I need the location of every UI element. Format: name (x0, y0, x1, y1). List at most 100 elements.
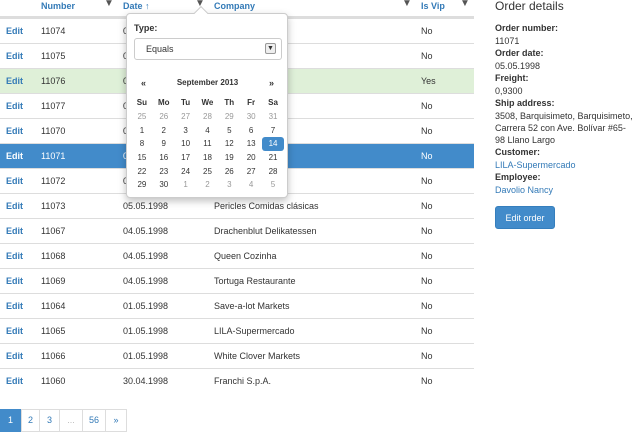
calendar-day[interactable]: 8 (131, 137, 153, 151)
table-row[interactable]: Edit 11065 01.05.1998 LILA-Supermercado No (0, 318, 474, 343)
calendar-day[interactable]: 16 (153, 151, 175, 165)
edit-link[interactable]: Edit (6, 369, 23, 393)
calendar-day[interactable]: 30 (240, 110, 262, 124)
order-number-value: 11071 (495, 36, 520, 46)
table-row[interactable]: Edit 11067 04.05.1998 Drachenblut Delikates… (0, 218, 474, 243)
calendar-day[interactable]: 31 (262, 110, 284, 124)
calendar-day[interactable]: 21 (262, 151, 284, 165)
table-row[interactable]: Edit 11064 01.05.1998 Save-a-lot Markets No (0, 293, 474, 318)
ship-address-label: Ship address: (495, 98, 555, 108)
calendar-day[interactable]: 3 (218, 178, 240, 192)
edit-link[interactable]: Edit (6, 119, 23, 143)
edit-link[interactable]: Edit (6, 344, 23, 368)
calendar-day[interactable]: 6 (240, 124, 262, 138)
page-link[interactable]: 2 (21, 409, 40, 432)
page-link[interactable]: 56 (82, 409, 106, 432)
edit-link[interactable]: Edit (6, 94, 23, 118)
is-vip-cell: No (421, 326, 433, 336)
customer-link[interactable]: LILA-Supermercado (495, 159, 635, 171)
order-number-cell: 11071 (41, 151, 66, 161)
calendar-day[interactable]: 5 (262, 178, 284, 192)
edit-link[interactable]: Edit (6, 269, 23, 293)
calendar-day[interactable]: 28 (197, 110, 219, 124)
column-number[interactable]: Number (41, 0, 75, 12)
edit-link[interactable]: Edit (6, 244, 23, 268)
calendar-day[interactable]: 12 (218, 137, 240, 151)
calendar-day[interactable]: 9 (153, 137, 175, 151)
calendar-day[interactable]: 20 (240, 151, 262, 165)
funnel-icon[interactable]: ▼ (104, 0, 114, 9)
page-link[interactable]: 3 (39, 409, 60, 432)
calendar-day[interactable]: 18 (197, 151, 219, 165)
calendar-day[interactable]: 3 (175, 124, 197, 138)
calendar-day[interactable]: 25 (131, 110, 153, 124)
column-company[interactable]: Company (214, 0, 255, 12)
table-row[interactable]: Edit 11060 30.04.1998 Franchi S.p.A. No (0, 368, 474, 393)
is-vip-cell: No (421, 251, 433, 261)
calendar-day[interactable]: 19 (218, 151, 240, 165)
edit-link[interactable]: Edit (6, 69, 23, 93)
chevron-down-icon[interactable]: ▼ (265, 43, 276, 54)
order-number-cell: 11074 (41, 26, 66, 36)
filter-type-select[interactable]: Equals ▼ (134, 38, 282, 60)
employee-link[interactable]: Davolio Nancy (495, 184, 635, 196)
page-link[interactable]: 1 (0, 409, 22, 432)
page-link[interactable]: » (105, 409, 127, 432)
edit-link[interactable]: Edit (6, 294, 23, 318)
weekday-label: Th (224, 97, 235, 107)
edit-link[interactable]: Edit (6, 44, 23, 68)
company-cell: LILA-Supermercado (214, 326, 295, 336)
order-date-cell: 04.05.1998 (123, 226, 169, 236)
calendar-day[interactable]: 14 (262, 137, 284, 151)
table-row[interactable]: Edit 11069 04.05.1998 Tortuga Restaurante No (0, 268, 474, 293)
table-row[interactable]: Edit 11066 01.05.1998 White Clover Markets N… (0, 343, 474, 368)
calendar-day[interactable]: 27 (175, 110, 197, 124)
calendar-day[interactable]: 17 (175, 151, 197, 165)
calendar-day[interactable]: 2 (153, 124, 175, 138)
calendar-day[interactable]: 22 (131, 164, 153, 178)
edit-order-button[interactable]: Edit order (495, 206, 555, 229)
pagination: 1 2 3... 56» (0, 409, 127, 432)
calendar-day[interactable]: 1 (131, 124, 153, 138)
calendar-day[interactable]: 29 (131, 178, 153, 192)
calendar-day[interactable]: 30 (153, 178, 175, 192)
calendar-day[interactable]: 15 (131, 151, 153, 165)
calendar-day[interactable]: 26 (153, 110, 175, 124)
funnel-icon[interactable]: ▼ (460, 0, 470, 9)
edit-link[interactable]: Edit (6, 19, 23, 43)
calendar-day[interactable]: 10 (175, 137, 197, 151)
table-row[interactable]: Edit 11068 04.05.1998 Queen Cozinha No (0, 243, 474, 268)
next-month-button[interactable]: » (269, 75, 274, 91)
calendar-day[interactable]: 1 (175, 178, 197, 192)
funnel-icon[interactable]: ▼ (402, 0, 412, 9)
calendar-day[interactable]: 11 (197, 137, 219, 151)
calendar-day[interactable]: 25 (197, 164, 219, 178)
calendar-day[interactable]: 4 (240, 178, 262, 192)
is-vip-cell: No (421, 126, 433, 136)
calendar-day[interactable]: 23 (153, 164, 175, 178)
order-details-panel: Order details Order number: 11071 Order … (495, 0, 635, 229)
calendar-day[interactable]: 7 (262, 124, 284, 138)
calendar-day[interactable]: 4 (197, 124, 219, 138)
calendar-day[interactable]: 5 (218, 124, 240, 138)
calendar-day[interactable]: 26 (218, 164, 240, 178)
calendar-day[interactable]: 24 (175, 164, 197, 178)
column-is-vip[interactable]: Is Vip (421, 0, 445, 12)
calendar-day[interactable]: 27 (240, 164, 262, 178)
calendar-day[interactable]: 2 (197, 178, 219, 192)
edit-link[interactable]: Edit (6, 144, 23, 168)
order-number-cell: 11077 (41, 101, 66, 111)
edit-link[interactable]: Edit (6, 219, 23, 243)
is-vip-cell: No (421, 301, 433, 311)
order-number-cell: 11076 (41, 76, 66, 86)
edit-link[interactable]: Edit (6, 169, 23, 193)
edit-link[interactable]: Edit (6, 194, 23, 218)
calendar-day[interactable]: 29 (218, 110, 240, 124)
month-title[interactable]: September 2013 (131, 75, 284, 91)
edit-link[interactable]: Edit (6, 319, 23, 343)
order-number-cell: 11068 (41, 251, 66, 261)
column-date[interactable]: Date ↑ (123, 0, 150, 12)
order-number-cell: 11073 (41, 201, 66, 211)
calendar-day[interactable]: 13 (240, 137, 262, 151)
calendar-day[interactable]: 28 (262, 164, 284, 178)
